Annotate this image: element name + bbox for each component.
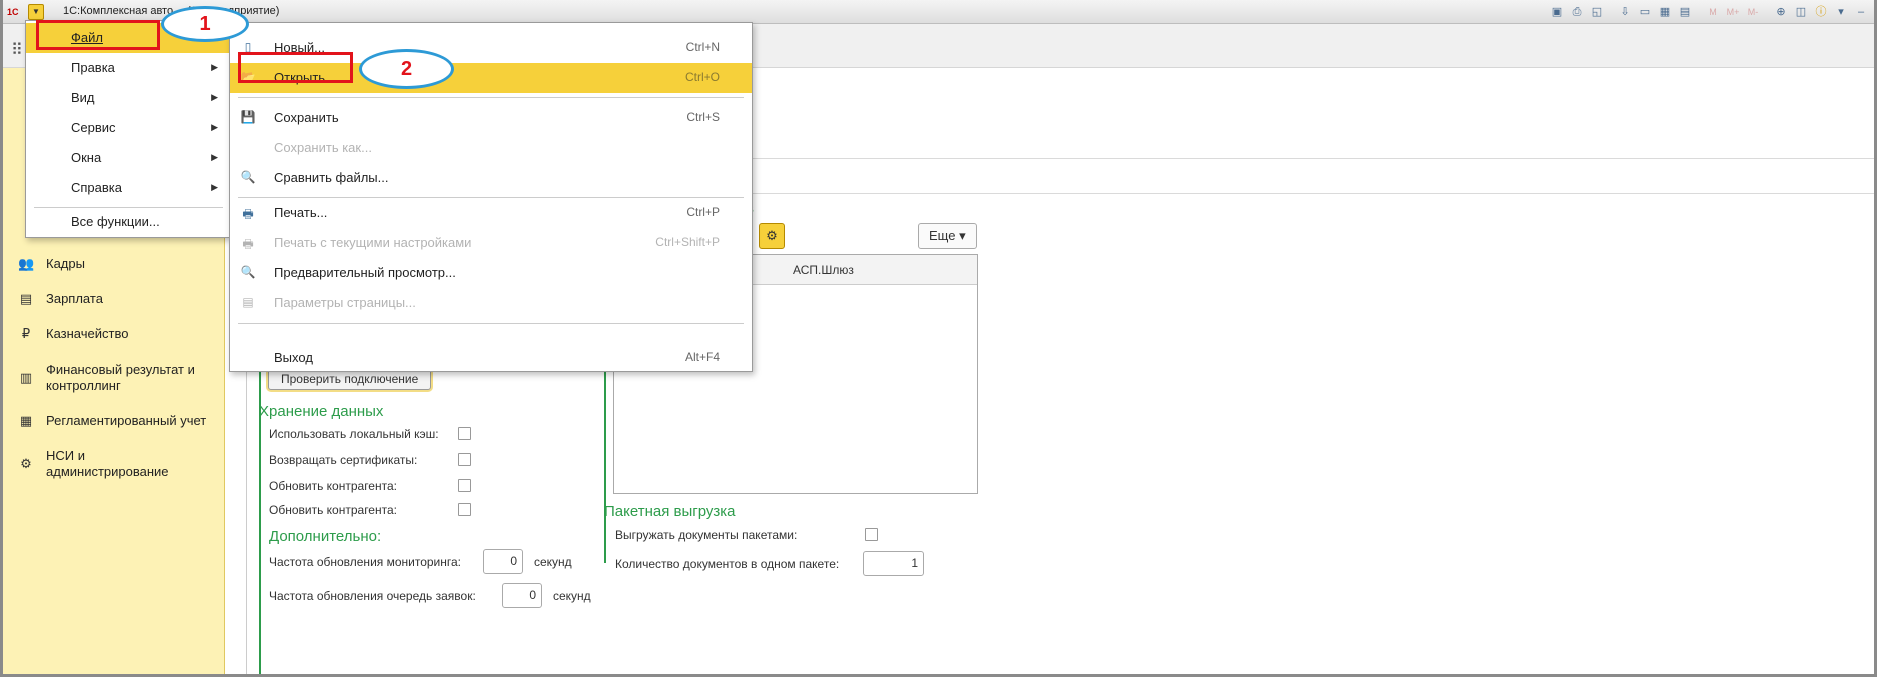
update-counterparty-label: Обновить контрагента: (269, 479, 397, 493)
calendar-icon[interactable]: ▤ (1676, 3, 1694, 21)
use-local-cache-label: Использовать локальный кэш: (269, 427, 439, 441)
people-icon: 👥 (18, 256, 35, 271)
annotation-highlight-open (238, 52, 353, 83)
sidebar-item-label: Финансовый результат и контроллинг (46, 362, 195, 393)
menu-item-view[interactable]: Вид ▶ (26, 83, 231, 113)
page-setup-icon: ▤ (242, 295, 254, 309)
settings-icon: ⚙ (766, 228, 778, 243)
queue-frequency-unit: секунд (553, 589, 591, 603)
title-bar: 1С ▼ 1С:Комплексная авто… (1С:Предприяти… (3, 0, 1874, 24)
column-header-gateway: АСП.Шлюз (793, 263, 854, 277)
chevron-right-icon: ▶ (211, 92, 218, 102)
sidebar-item-label: Регламентированный учет (46, 413, 207, 428)
update-counterparty-checkbox-2[interactable] (458, 503, 471, 516)
menu-item-compare-files[interactable]: 🔍 Сравнить файлы... (230, 163, 752, 193)
more-button[interactable]: Еще ▾ (918, 223, 977, 249)
menu-item-save-as[interactable]: Сохранить как... (230, 133, 752, 163)
chevron-right-icon: ▶ (211, 62, 218, 72)
batch-section-title: Пакетная выгрузка (604, 503, 736, 520)
batch-upload-checkbox[interactable] (865, 528, 878, 541)
zoom-icon[interactable]: ⊕ (1772, 3, 1790, 21)
chart-icon: ▥ (19, 370, 33, 385)
print-icon[interactable]: ⎙ (1568, 3, 1586, 21)
print-current-icon: 🖶 (242, 237, 254, 251)
storage-section-title: Хранение данных (259, 403, 384, 420)
return-certificates-label: Возвращать сертификаты: (269, 453, 418, 467)
menu-item-help[interactable]: Справка ▶ (26, 173, 231, 203)
menu-item-print-current[interactable]: 🖶 Печать с текущими настройками Ctrl+Shi… (230, 228, 752, 258)
sidebar-item-label: Кадры (46, 256, 85, 271)
menu-item-windows[interactable]: Окна ▶ (26, 143, 231, 173)
info-icon[interactable]: ⓘ (1812, 3, 1830, 21)
menu-item-edit[interactable]: Правка ▶ (26, 53, 231, 83)
menu-item-print[interactable]: 🖶 Печать... Ctrl+P (230, 198, 752, 228)
download-icon[interactable]: ⇩ (1616, 3, 1634, 21)
preview-icon[interactable]: ◱ (1588, 3, 1606, 21)
title-toolbar: ▣ ⎙ ◱ ⇩ ▭ ▦ ▤ M M+ M- ⊕ ◫ ⓘ ▾ – (1548, 3, 1870, 21)
batch-upload-label: Выгружать документы пакетами: (615, 528, 798, 542)
gear-icon: ⚙ (20, 456, 32, 471)
menu-item-all-functions[interactable]: Все функции... (26, 207, 231, 237)
return-certificates-checkbox[interactable] (458, 453, 471, 466)
preview-icon: 🔍 (240, 265, 256, 279)
settings-toolbar-button[interactable]: ⚙ (759, 223, 785, 249)
chevron-right-icon: ▶ (211, 182, 218, 192)
sidebar-item-hr[interactable]: 👥 Кадры (18, 256, 211, 272)
upload-icon[interactable]: ▭ (1636, 3, 1654, 21)
app-window: 1С ▼ 1С:Комплексная авто… (1С:Предприяти… (0, 0, 1877, 677)
panel-icon[interactable]: ◫ (1792, 3, 1810, 21)
chevron-down-icon[interactable]: ▾ (1832, 3, 1850, 21)
sidebar-item-salary[interactable]: ▤ Зарплата (18, 291, 211, 307)
main-menu-button[interactable]: ▼ (28, 4, 44, 20)
mplus-icon[interactable]: M+ (1724, 3, 1742, 21)
chevron-right-icon: ▶ (211, 152, 218, 162)
sidebar-item-regulated-accounting[interactable]: ▦ Регламентированный учет (18, 413, 211, 429)
main-menu-dropdown: Файл Правка ▶ Вид ▶ Сервис ▶ Окна ▶ Спра… (25, 20, 232, 238)
sidebar-item-treasury[interactable]: ₽ Казначейство (18, 326, 211, 342)
extra-section-title: Дополнительно: (269, 528, 382, 545)
annotation-callout-1: 1 (161, 6, 249, 42)
update-counterparty-label-2: Обновить контрагента: (269, 503, 397, 517)
update-counterparty-checkbox[interactable] (458, 479, 471, 492)
chevron-right-icon: ▶ (211, 122, 218, 132)
ledger-icon: ▦ (19, 413, 33, 428)
print-icon: 🖶 (242, 207, 254, 221)
menu-item-service[interactable]: Сервис ▶ (26, 113, 231, 143)
menu-item-exit[interactable]: Выход Alt+F4 (230, 343, 752, 373)
sidebar-item-label: НСИ и администрирование (46, 448, 169, 479)
salary-icon: ▤ (19, 291, 33, 306)
apps-grid-icon[interactable]: ⠿ (11, 40, 23, 60)
monitor-frequency-input[interactable]: 0 (483, 549, 523, 574)
sidebar-item-administration[interactable]: ⚙ НСИ и администрирование (18, 448, 211, 480)
table-icon[interactable]: ▦ (1656, 3, 1674, 21)
monitor-frequency-unit: секунд (534, 555, 572, 569)
sidebar-item-label: Казначейство (46, 326, 129, 341)
1c-logo: 1С (7, 7, 19, 17)
queue-frequency-label: Частота обновления очередь заявок: (269, 589, 476, 603)
m-icon[interactable]: M (1704, 3, 1722, 21)
sidebar-item-financial-result[interactable]: ▥ Финансовый результат и контроллинг (18, 362, 211, 394)
queue-frequency-input[interactable]: 0 (502, 583, 542, 608)
monitor-frequency-label: Частота обновления мониторинга: (269, 555, 462, 569)
minimize-icon[interactable]: – (1852, 3, 1870, 21)
annotation-callout-2: 2 (359, 49, 454, 89)
compare-icon: 🔍 (240, 170, 256, 184)
menu-item-page-setup[interactable]: ▤ Параметры страницы... (230, 288, 752, 318)
menu-item-save[interactable]: 💾 Сохранить Ctrl+S (230, 103, 752, 133)
save-icon: 💾 (240, 110, 256, 124)
save-icon[interactable]: ▣ (1548, 3, 1566, 21)
treasury-icon: ₽ (21, 326, 31, 341)
sidebar-item-label: Зарплата (46, 291, 103, 306)
mminus-icon[interactable]: M- (1744, 3, 1762, 21)
annotation-highlight-file (36, 20, 160, 50)
menu-item-preview[interactable]: 🔍 Предварительный просмотр... (230, 258, 752, 288)
use-local-cache-checkbox[interactable] (458, 427, 471, 440)
batch-count-label: Количество документов в одном пакете: (615, 557, 840, 571)
batch-count-input[interactable]: 1 (863, 551, 924, 576)
